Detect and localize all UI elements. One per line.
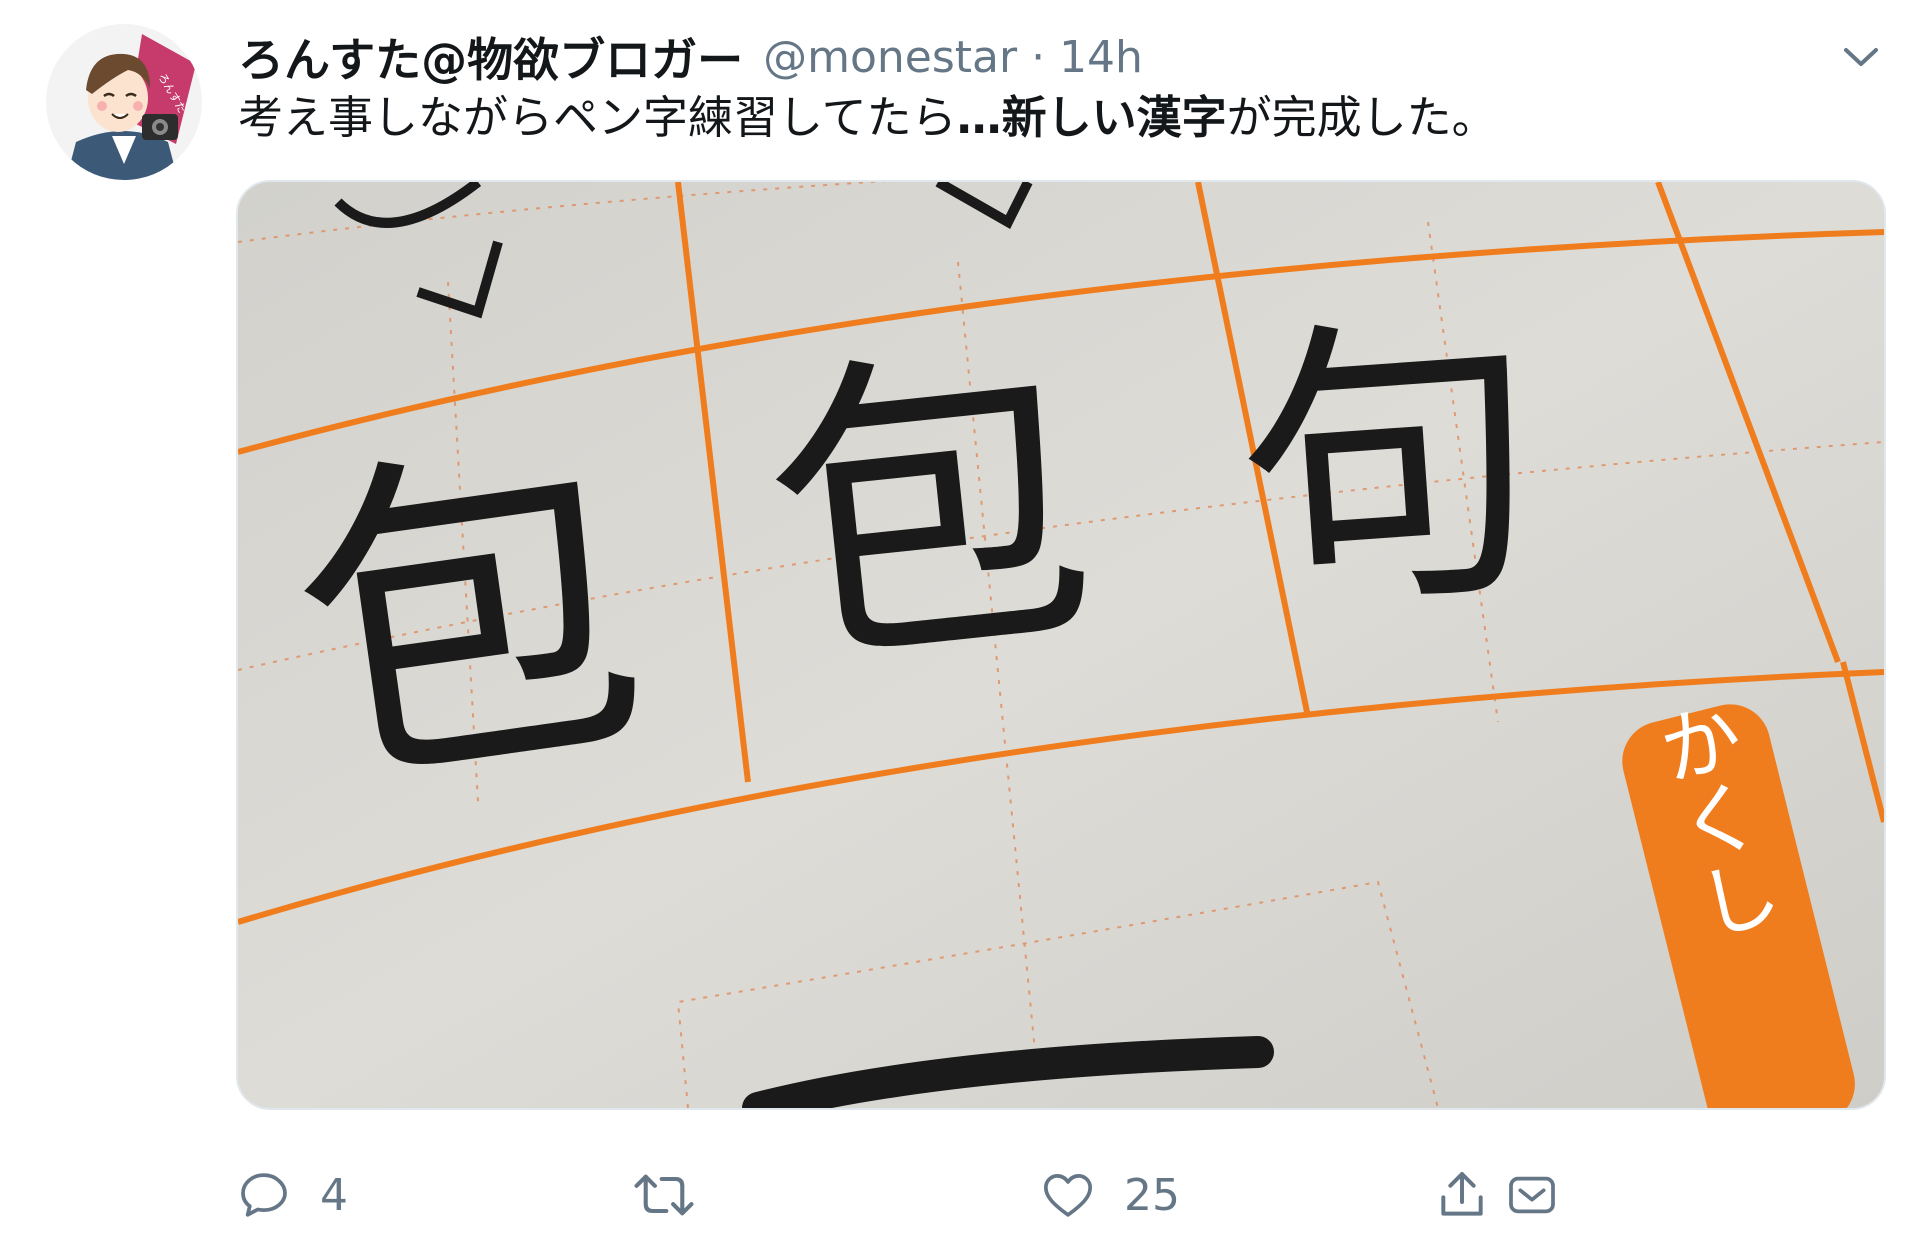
heart-icon <box>1043 1174 1093 1217</box>
like-button[interactable]: 25 <box>1040 1160 1180 1230</box>
share-icon <box>1441 1172 1483 1216</box>
like-count: 25 <box>1124 1169 1180 1221</box>
tweet-text: 考え事しながらペン字練習してたら…新しい漢字が完成した。 <box>238 86 1497 150</box>
tweet-timestamp[interactable]: 14h <box>1059 32 1143 83</box>
dm-button[interactable] <box>1504 1160 1560 1230</box>
reply-button[interactable]: 4 <box>236 1160 348 1230</box>
tweet-text-part: が完成した。 <box>1226 91 1497 144</box>
chevron-down-icon <box>1844 48 1878 66</box>
avatar-illustration: ろんすた <box>46 24 202 180</box>
tweet-media-photo[interactable]: 包 包 句 かくし <box>236 180 1886 1110</box>
tweet[interactable]: ろんすた ろんすた@物欲ブロガー @monestar · 14h 考え事しながら… <box>0 0 1920 1243</box>
share-button[interactable] <box>1434 1160 1490 1230</box>
photo-practice-sheet: 包 包 句 かくし <box>238 182 1884 1108</box>
kanji-2: 包 <box>751 311 1108 714</box>
tweet-text-bold: …新しい漢字 <box>956 91 1227 144</box>
author-avatar[interactable]: ろんすた <box>46 24 202 180</box>
dm-icon <box>1509 1176 1555 1214</box>
retweet-button[interactable] <box>632 1160 724 1230</box>
reply-count: 4 <box>320 1169 348 1221</box>
reply-icon <box>241 1173 287 1217</box>
more-options-button[interactable] <box>1838 34 1884 80</box>
author-display-name[interactable]: ろんすた@物欲ブロガー <box>238 24 743 90</box>
retweet-icon <box>634 1174 694 1216</box>
kanji-3: 句 <box>1227 284 1551 653</box>
tweet-actions: 4 25 <box>236 1160 1736 1230</box>
kanji-1: 包 <box>272 401 664 840</box>
author-handle[interactable]: @monestar <box>763 32 1017 83</box>
header-separator: · <box>1031 31 1046 83</box>
tweet-header: ろんすた@物欲ブロガー @monestar · 14h <box>238 22 1143 92</box>
tweet-text-part: 考え事しながらペン字練習してたら <box>238 91 957 144</box>
